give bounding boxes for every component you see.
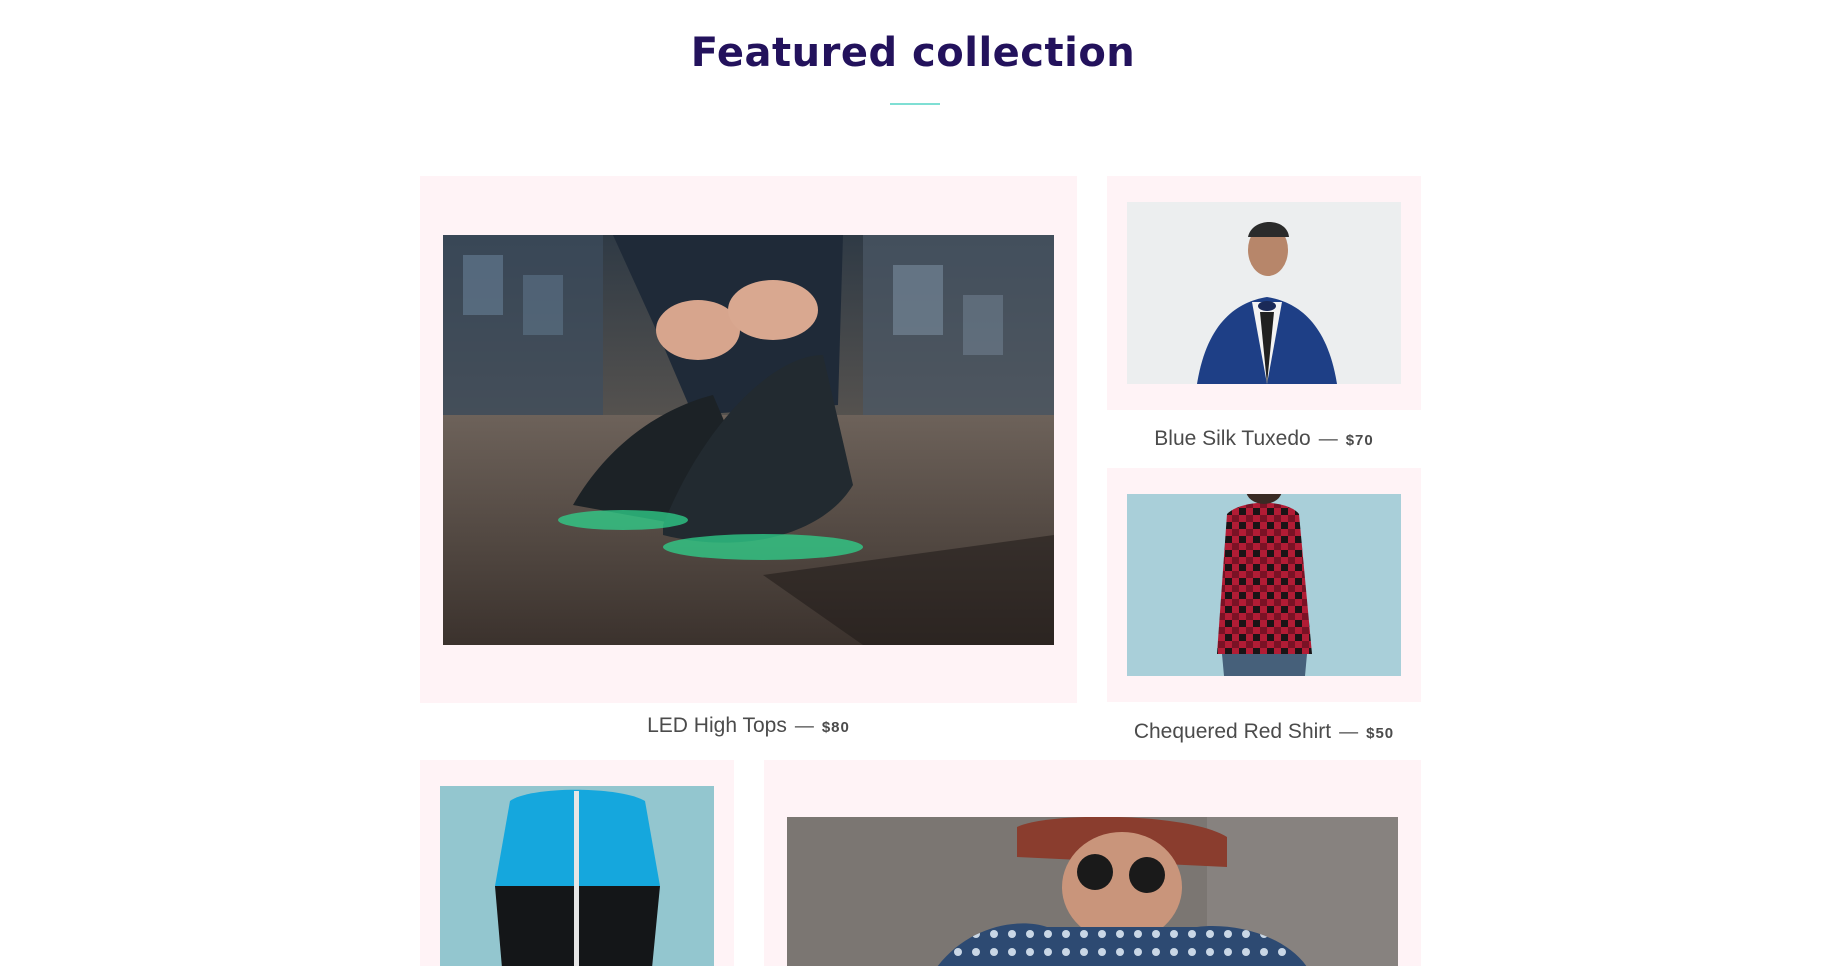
product-price: $70 <box>1345 432 1374 449</box>
product-caption-blue-silk-tuxedo: Blue Silk Tuxedo — $70 <box>1107 427 1421 451</box>
featured-collection-page: Featured collection LED High Tops — $80 … <box>0 0 1826 966</box>
price-separator: — <box>794 716 814 737</box>
product-card-patterned-shirt[interactable] <box>764 760 1421 966</box>
product-image-patterned-shirt[interactable] <box>787 817 1398 966</box>
product-caption-led-high-tops: LED High Tops — $80 <box>420 714 1077 738</box>
product-card-led-high-tops[interactable] <box>420 176 1077 703</box>
price-separator: — <box>1318 429 1338 450</box>
title-underline <box>890 103 940 105</box>
section-title: Featured collection <box>690 30 1136 76</box>
product-name[interactable]: Chequered Red Shirt <box>1134 720 1331 743</box>
product-card-blue-silk-tuxedo[interactable] <box>1107 176 1421 410</box>
product-name[interactable]: Blue Silk Tuxedo <box>1154 427 1310 450</box>
product-image-sneakers[interactable] <box>443 235 1054 645</box>
product-image-tuxedo[interactable] <box>1127 202 1401 384</box>
product-caption-chequered-red-shirt: Chequered Red Shirt — $50 <box>1107 720 1421 744</box>
product-price: $80 <box>821 719 850 736</box>
price-separator: — <box>1339 722 1359 743</box>
product-card-chequered-red-shirt[interactable] <box>1107 468 1421 702</box>
product-image-windbreaker[interactable] <box>440 786 714 966</box>
product-name[interactable]: LED High Tops <box>647 714 787 737</box>
product-price: $50 <box>1366 725 1395 742</box>
product-image-plaid-shirt[interactable] <box>1127 494 1401 676</box>
product-card-windbreaker[interactable] <box>420 760 734 966</box>
